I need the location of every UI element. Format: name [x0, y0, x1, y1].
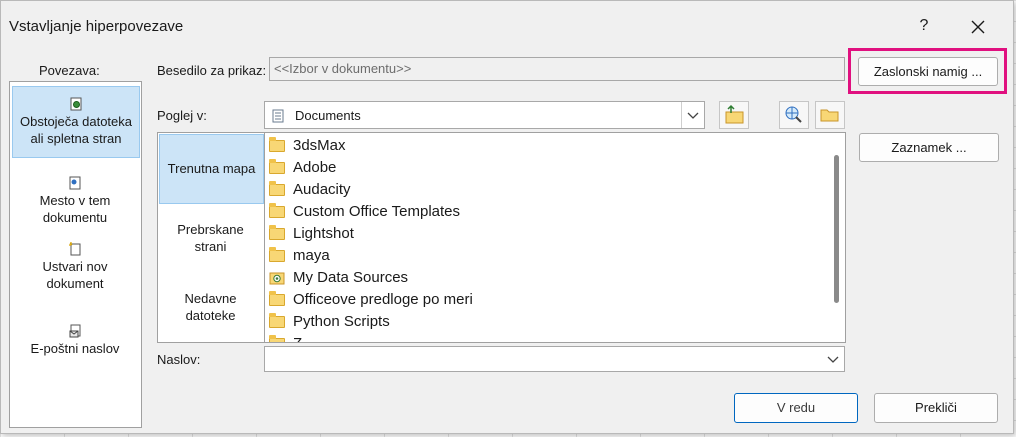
place-recent-line2: datoteke — [185, 308, 236, 323]
cancel-button[interactable]: Prekliči — [874, 393, 998, 423]
help-button[interactable]: ? — [914, 17, 934, 35]
new-document-icon — [69, 242, 81, 256]
place-browsed-line2: strani — [194, 239, 227, 254]
list-item-label: My Data Sources — [293, 269, 409, 286]
text-to-display-label: Besedilo za prikaz: — [157, 63, 267, 78]
look-in-dropdown[interactable]: Documents — [264, 101, 705, 129]
list-item-label: 3dsMax — [293, 137, 346, 154]
look-in-label: Poglej v: — [157, 108, 207, 123]
folder-icon — [269, 313, 285, 328]
file-list[interactable]: 3dsMax Adobe Audacity Custom Office Temp… — [264, 132, 846, 343]
list-item[interactable]: Audacity — [269, 179, 351, 201]
place-current-folder-label: Trenutna mapa — [167, 161, 256, 176]
insert-hyperlink-dialog: Vstavljanje hiperpovezave ? Povezava: Ob… — [0, 0, 1014, 434]
link-existing-file[interactable]: Obstoječa datoteka ali spletna stran — [12, 86, 140, 158]
link-email-address[interactable]: E-poštni naslov — [12, 322, 138, 366]
data-source-icon — [269, 272, 285, 285]
address-dropdown-button[interactable] — [822, 347, 844, 371]
open-folder-icon — [815, 101, 845, 129]
link-existing-file-line2: ali spletna stran — [30, 131, 122, 146]
list-item-label: Python Scripts — [293, 313, 390, 330]
link-existing-file-line1: Obstoječa datoteka — [19, 114, 133, 129]
place-recent-line1: Nedavne — [184, 291, 237, 306]
scrollbar-thumb[interactable] — [834, 155, 839, 303]
list-item[interactable]: My Data Sources — [269, 267, 408, 289]
place-recent-files[interactable]: Nedavne datoteke — [159, 290, 262, 330]
list-item-label: maya — [293, 247, 330, 264]
link-new-doc-line1: Ustvari nov — [42, 259, 108, 274]
list-item-label: Z... — [293, 333, 315, 342]
bookmark-button[interactable]: Zaznamek ... — [859, 133, 999, 162]
link-new-doc-line2: dokument — [46, 276, 104, 291]
list-item-label: Adobe — [293, 159, 337, 176]
list-item-label: Officeove predloge po meri — [293, 291, 473, 308]
folder-icon — [269, 159, 285, 174]
place-browsed-line1: Prebrskane — [177, 222, 244, 237]
ok-button[interactable]: V redu — [734, 393, 858, 423]
link-email-line1: E-poštni naslov — [30, 341, 120, 356]
list-item[interactable]: Z... — [269, 333, 315, 342]
list-item-label: Custom Office Templates — [293, 203, 461, 220]
screentip-button[interactable]: Zaslonski namig ... — [858, 57, 998, 86]
up-folder-button[interactable] — [719, 101, 749, 129]
close-icon — [971, 20, 985, 34]
list-item[interactable]: Officeove predloge po meri — [269, 289, 473, 311]
folder-icon — [269, 335, 285, 342]
link-to-panel: Obstoječa datoteka ali spletna stran Mes… — [9, 81, 142, 428]
browse-web-button[interactable] — [779, 101, 809, 129]
link-to-label: Povezava: — [39, 63, 100, 78]
folder-icon — [269, 181, 285, 196]
place-current-folder[interactable]: Trenutna mapa — [159, 134, 264, 204]
folder-icon — [269, 203, 285, 218]
file-list-scrollbar[interactable] — [828, 133, 845, 342]
list-item[interactable]: Python Scripts — [269, 311, 390, 333]
close-button[interactable] — [963, 13, 993, 41]
documents-icon — [272, 109, 284, 123]
list-item[interactable]: Adobe — [269, 157, 336, 179]
list-item-label: Lightshot — [293, 225, 354, 242]
folder-icon — [269, 247, 285, 262]
folder-icon — [269, 137, 285, 152]
up-folder-icon — [719, 101, 749, 129]
chevron-down-icon — [687, 112, 699, 119]
link-new-document[interactable]: Ustvari nov dokument — [12, 240, 138, 300]
text-to-display-field[interactable]: <<Izbor v dokumentu>> — [269, 57, 845, 81]
place-in-document-icon — [69, 176, 81, 190]
link-place-in-document[interactable]: Mesto v tem dokumentu — [12, 166, 138, 226]
folder-icon — [269, 225, 285, 240]
link-place-line2: dokumentu — [42, 210, 108, 225]
browse-file-button[interactable] — [815, 101, 845, 129]
list-item[interactable]: Custom Office Templates — [269, 201, 460, 223]
chevron-down-icon — [827, 356, 839, 363]
list-item-label: Audacity — [293, 181, 351, 198]
places-panel: Trenutna mapa Prebrskane strani Nedavne … — [157, 132, 265, 343]
list-item[interactable]: Lightshot — [269, 223, 354, 245]
list-item[interactable]: 3dsMax — [269, 135, 346, 157]
existing-file-icon — [70, 97, 82, 111]
look-in-dropdown-button[interactable] — [681, 102, 704, 128]
look-in-value: Documents — [295, 108, 361, 123]
folder-icon — [269, 291, 285, 306]
place-browsed-pages[interactable]: Prebrskane strani — [159, 221, 262, 261]
link-place-line1: Mesto v tem — [39, 193, 111, 208]
address-label: Naslov: — [157, 352, 201, 367]
globe-search-icon — [779, 101, 809, 129]
dialog-title: Vstavljanje hiperpovezave — [9, 18, 184, 35]
address-field[interactable] — [264, 346, 845, 372]
email-address-icon — [69, 324, 81, 338]
list-item[interactable]: maya — [269, 245, 330, 267]
